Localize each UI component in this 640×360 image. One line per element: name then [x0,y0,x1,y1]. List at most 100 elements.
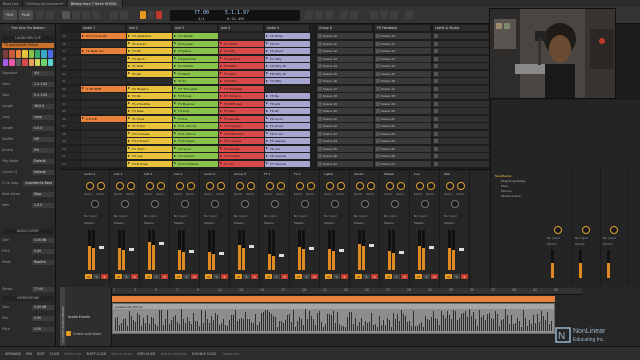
scene-launch-icon[interactable] [434,116,438,121]
scene-launch-icon[interactable] [434,71,438,76]
clip-play-icon[interactable] [220,102,222,104]
scene-slot[interactable]: Scene 25 [375,145,431,152]
launcher-clip[interactable]: T3.1 ultra b [173,130,218,137]
clip-play-icon[interactable] [266,124,268,127]
volume-fader[interactable] [369,243,374,247]
clip-play-icon[interactable] [220,57,222,59]
field-value[interactable]: 1.1.1.00 [32,81,54,87]
scene-launch-icon[interactable] [434,146,438,151]
empty-clip-slot[interactable] [81,138,126,144]
scene-launch-icon[interactable] [318,49,322,53]
scene-slot[interactable]: Scene 18 [375,93,431,99]
output-selector[interactable]: Master [204,221,214,225]
mute-button[interactable]: M [115,274,122,279]
scene-slot[interactable]: Scene 21 [317,115,373,122]
clip-play-icon[interactable] [82,49,84,52]
clip-play-icon[interactable] [174,124,176,127]
scene-launch-icon[interactable] [376,79,380,83]
scene-slot[interactable] [433,93,489,99]
split-icon[interactable] [110,11,118,19]
clip-play-icon[interactable] [174,162,176,164]
volume-fader[interactable] [129,248,134,251]
color-swatch[interactable] [34,58,41,66]
scene-slot[interactable] [433,130,489,137]
color-swatch[interactable] [9,50,15,58]
scene-slot[interactable]: Scene 22 [375,123,431,129]
pencil-tool-icon[interactable] [62,11,70,19]
solo-button[interactable]: S [213,274,220,279]
clip-play-icon[interactable] [128,147,130,149]
solo-button[interactable]: S [363,274,370,279]
color-swatch[interactable] [28,50,34,58]
field-value[interactable]: 16.0.0 [32,103,54,109]
scene-slot[interactable]: Scene 12 [317,48,373,54]
output-selector[interactable]: Master [444,221,454,225]
clip-play-icon[interactable] [174,57,176,59]
clip-play-icon[interactable] [266,147,268,149]
clip-play-icon[interactable] [174,117,176,119]
scene-slot[interactable] [433,100,489,107]
clip-play-icon[interactable] [174,132,176,134]
volume-fader[interactable] [339,249,344,253]
output-selector[interactable]: Master [324,221,334,225]
clip-play-icon[interactable] [128,49,130,52]
clip-play-icon[interactable] [266,49,268,52]
scene-slot[interactable] [433,115,489,122]
output-selector[interactable]: Studio [575,242,585,246]
launcher-clip[interactable]: T4 Leaves [219,145,264,152]
record-arm-button[interactable]: R [161,274,168,279]
send-knob[interactable] [356,182,364,190]
color-swatch[interactable] [15,58,22,66]
launcher-clip[interactable]: T2 ko [173,78,218,84]
clip-play-icon[interactable] [220,87,222,89]
scene-launch-icon[interactable] [318,161,322,166]
slice-tool-icon[interactable] [82,11,90,19]
scene-launch-icon[interactable] [434,139,438,143]
send-knob[interactable] [326,182,334,190]
track-header[interactable]: T3 QUIET/AUDIO BELOID Audio Events Creat… [60,287,112,346]
record-arm-button[interactable]: R [461,274,468,279]
scene-launch-icon[interactable] [434,64,438,68]
launcher-clip[interactable]: T4 dankle [173,33,218,39]
empty-clip-slot[interactable] [265,85,310,92]
time-signature-readout[interactable]: 4/4 [198,17,205,21]
color-swatch[interactable] [3,50,9,58]
solo-button[interactable]: S [303,274,310,279]
record-arm-button[interactable]: R [281,274,288,279]
launcher-clip[interactable]: T2.7 Lalvea [127,130,172,137]
scene-launch-icon[interactable] [376,49,380,53]
launcher-clip[interactable]: T6 uno [265,145,310,152]
send-knob[interactable] [277,182,285,190]
launcher-clip[interactable]: T3 'Thoughts [173,85,218,92]
launcher-clip[interactable]: T5 what do [219,55,264,62]
record-arm-button[interactable]: R [401,274,408,279]
clip-play-icon[interactable] [220,147,222,149]
scene-launch-icon[interactable] [318,86,322,91]
field-value[interactable]: Repitch [32,259,54,265]
send-knob[interactable] [446,182,454,190]
send-knob[interactable] [386,182,394,190]
volume-fader[interactable] [189,250,194,253]
launcher-clip[interactable]: T3.5 taisen [173,138,218,144]
send-knob[interactable] [116,182,124,190]
device-item[interactable]: Ping Pong Delay [501,179,525,183]
settings-icon[interactable] [405,11,413,19]
launcher-clip[interactable]: T3 mo [219,160,264,167]
clip-play-icon[interactable] [174,94,176,97]
scene-launch-icon[interactable] [434,124,438,128]
empty-clip-slot[interactable] [81,145,126,152]
scene-launch-icon[interactable] [376,41,380,46]
pan-knob[interactable] [391,200,399,208]
record-button[interactable] [156,11,162,19]
field-value[interactable]: 4.0.0 [32,125,54,131]
color-swatch[interactable] [15,50,22,58]
clip-play-icon[interactable] [128,132,130,134]
launcher-clip[interactable]: T2.5 bug [173,93,218,99]
input-selector[interactable]: No input [547,236,560,240]
tempo-readout[interactable]: 77.00 [194,10,209,16]
scene-slot[interactable]: Scene 26 [375,153,431,159]
track-column-header[interactable]: Inst 4 [219,25,264,31]
output-selector[interactable]: Studio [603,242,613,246]
pan-knob[interactable] [121,200,129,208]
expression-field[interactable]: Pan 0.00 [2,315,54,321]
